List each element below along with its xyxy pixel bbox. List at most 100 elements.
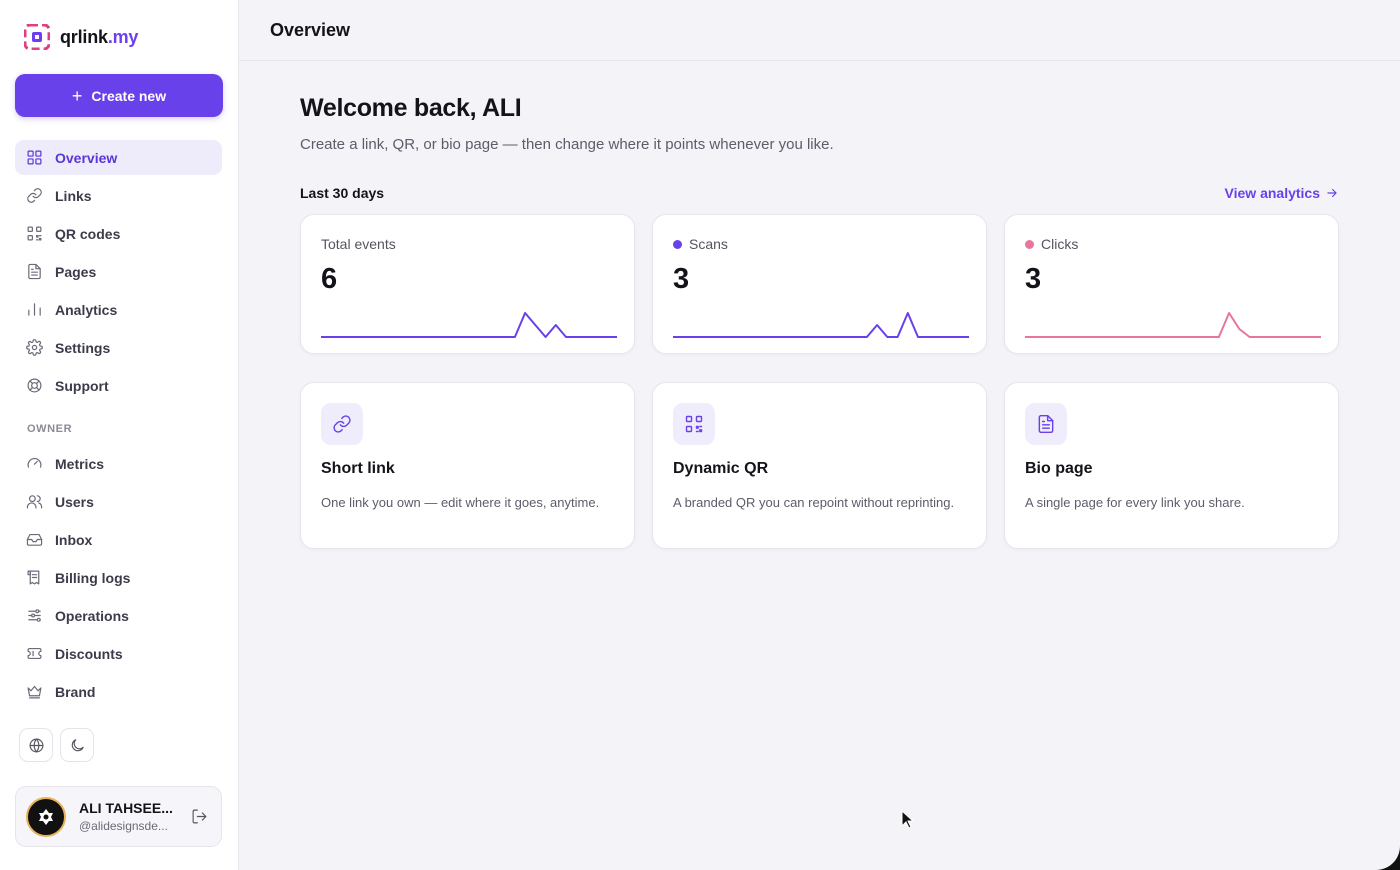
owner-section-label: OWNER xyxy=(27,423,73,435)
language-button[interactable] xyxy=(19,728,53,762)
sidebar-item-label: Inbox xyxy=(55,531,93,548)
sidebar-item-pages[interactable]: Pages xyxy=(15,254,222,289)
ticket-icon xyxy=(26,645,43,662)
file-text-icon xyxy=(26,263,43,280)
welcome-subtitle: Create a link, QR, or bio page — then ch… xyxy=(300,136,834,153)
sidebar-item-label: Billing logs xyxy=(55,569,131,586)
feature-title: Bio page xyxy=(1025,460,1093,477)
stats-row: Total events 6 Scans 3 Clicks 3 xyxy=(300,214,1339,354)
sparkline xyxy=(1025,312,1321,338)
stat-label-text: Total events xyxy=(321,236,396,252)
sidebar-item-operations[interactable]: Operations xyxy=(15,598,222,633)
file-text-icon xyxy=(1025,403,1067,445)
sidebar-item-brand[interactable]: Brand xyxy=(15,674,222,709)
brand-name: qrlink.my xyxy=(60,26,139,47)
sidebar-item-links[interactable]: Links xyxy=(15,178,222,213)
sparkline-series xyxy=(673,312,969,338)
link-icon xyxy=(321,403,363,445)
gauge-icon xyxy=(26,455,43,472)
sidebar-item-label: Discounts xyxy=(55,645,123,662)
stat-label-text: Clicks xyxy=(1041,236,1079,252)
feature-description: A branded QR you can repoint without rep… xyxy=(673,495,955,510)
plus-icon: + xyxy=(71,85,83,106)
view-analytics-link[interactable]: View analytics xyxy=(1225,185,1339,201)
stat-value: 3 xyxy=(673,263,690,295)
users-icon xyxy=(26,493,43,510)
sparkline-series xyxy=(321,312,617,338)
inbox-icon xyxy=(26,531,43,548)
moon-icon xyxy=(71,738,84,751)
create-new-label: Create new xyxy=(91,87,167,104)
feature-card-bio-page[interactable]: Bio page A single page for every link yo… xyxy=(1004,382,1339,549)
user-handle: @alidesignsde... xyxy=(79,819,168,833)
sidebar: qrlink.my + Create new Overview Links QR… xyxy=(0,0,239,870)
user-info: ALI TAHSEE... @alidesignsde... xyxy=(79,800,179,833)
sidebar-item-label: Users xyxy=(55,493,94,510)
logo-icon xyxy=(24,24,50,50)
stat-label: Clicks xyxy=(1025,236,1318,252)
sidebar-item-discounts[interactable]: Discounts xyxy=(15,636,222,671)
qr-icon xyxy=(673,403,715,445)
feature-card-short-link[interactable]: Short link One link you own — edit where… xyxy=(300,382,635,549)
user-name: ALI TAHSEE... xyxy=(79,800,173,816)
crown-icon xyxy=(26,683,43,700)
stat-label-text: Scans xyxy=(689,236,728,252)
qr-icon xyxy=(26,225,43,242)
feature-description: One link you own — edit where it goes, a… xyxy=(321,495,600,510)
stat-label: Total events xyxy=(321,236,614,252)
feature-card-dynamic-qr[interactable]: Dynamic QR A branded QR you can repoint … xyxy=(652,382,987,549)
sidebar-item-metrics[interactable]: Metrics xyxy=(15,446,222,481)
sidebar-item-label: Settings xyxy=(55,339,111,356)
avatar-logo-icon xyxy=(39,808,53,825)
feature-title: Short link xyxy=(321,460,395,477)
range-label: Last 30 days xyxy=(300,185,385,201)
sidebar-item-support[interactable]: Support xyxy=(15,368,222,403)
avatar xyxy=(26,796,66,837)
sidebar-item-label: Links xyxy=(55,187,92,204)
main-content: Overview Welcome back, ALI Create a link… xyxy=(239,0,1400,870)
sidebar-item-billing-logs[interactable]: Billing logs xyxy=(15,560,222,595)
app-window: qrlink.my + Create new Overview Links QR… xyxy=(0,0,1400,870)
features-row: Short link One link you own — edit where… xyxy=(300,382,1339,549)
view-analytics-label: View analytics xyxy=(1224,185,1320,201)
mouse-cursor-icon xyxy=(901,810,915,829)
sidebar-item-label: QR codes xyxy=(55,225,121,242)
logout-icon xyxy=(192,809,206,824)
sidebar-item-label: Overview xyxy=(55,149,118,166)
globe-icon xyxy=(29,738,43,752)
sidebar-item-settings[interactable]: Settings xyxy=(15,330,222,365)
sidebar-item-users[interactable]: Users xyxy=(15,484,222,519)
sidebar-item-label: Support xyxy=(55,377,109,394)
theme-toggle-button[interactable] xyxy=(60,728,94,762)
sidebar-item-label: Operations xyxy=(55,607,129,624)
logout-button[interactable] xyxy=(189,807,209,827)
sparkline xyxy=(321,312,617,338)
window-corner xyxy=(1376,846,1400,870)
sidebar-item-inbox[interactable]: Inbox xyxy=(15,522,222,557)
feature-title: Dynamic QR xyxy=(673,460,769,477)
sidebar-item-analytics[interactable]: Analytics xyxy=(15,292,222,327)
stat-card-scans[interactable]: Scans 3 xyxy=(652,214,987,354)
brand-logo[interactable]: qrlink.my xyxy=(15,0,222,74)
sidebar-item-label: Pages xyxy=(55,263,97,280)
welcome-heading: Welcome back, ALI xyxy=(300,94,522,122)
main-nav: Overview Links QR codes Pages Analytics … xyxy=(15,140,222,709)
user-card[interactable]: ALI TAHSEE... @alidesignsde... xyxy=(15,786,222,847)
stat-card-clicks[interactable]: Clicks 3 xyxy=(1004,214,1339,354)
create-new-button[interactable]: + Create new xyxy=(15,74,223,117)
stats-header: Last 30 days View analytics xyxy=(300,185,1339,201)
sparkline-series xyxy=(1025,312,1321,338)
stat-label: Scans xyxy=(673,236,966,252)
stat-value: 3 xyxy=(1025,263,1042,295)
sidebar-item-qr-codes[interactable]: QR codes xyxy=(15,216,222,251)
utility-buttons xyxy=(19,728,94,762)
scans-dot xyxy=(673,239,682,249)
grid-icon xyxy=(26,149,43,166)
sidebar-item-overview[interactable]: Overview xyxy=(15,140,222,175)
page-title: Overview xyxy=(270,19,351,40)
clicks-dot xyxy=(1025,239,1034,249)
bar-chart-icon xyxy=(26,301,43,318)
top-bar: Overview xyxy=(239,0,1400,61)
sliders-icon xyxy=(26,607,43,624)
stat-card-total-events[interactable]: Total events 6 xyxy=(300,214,635,354)
